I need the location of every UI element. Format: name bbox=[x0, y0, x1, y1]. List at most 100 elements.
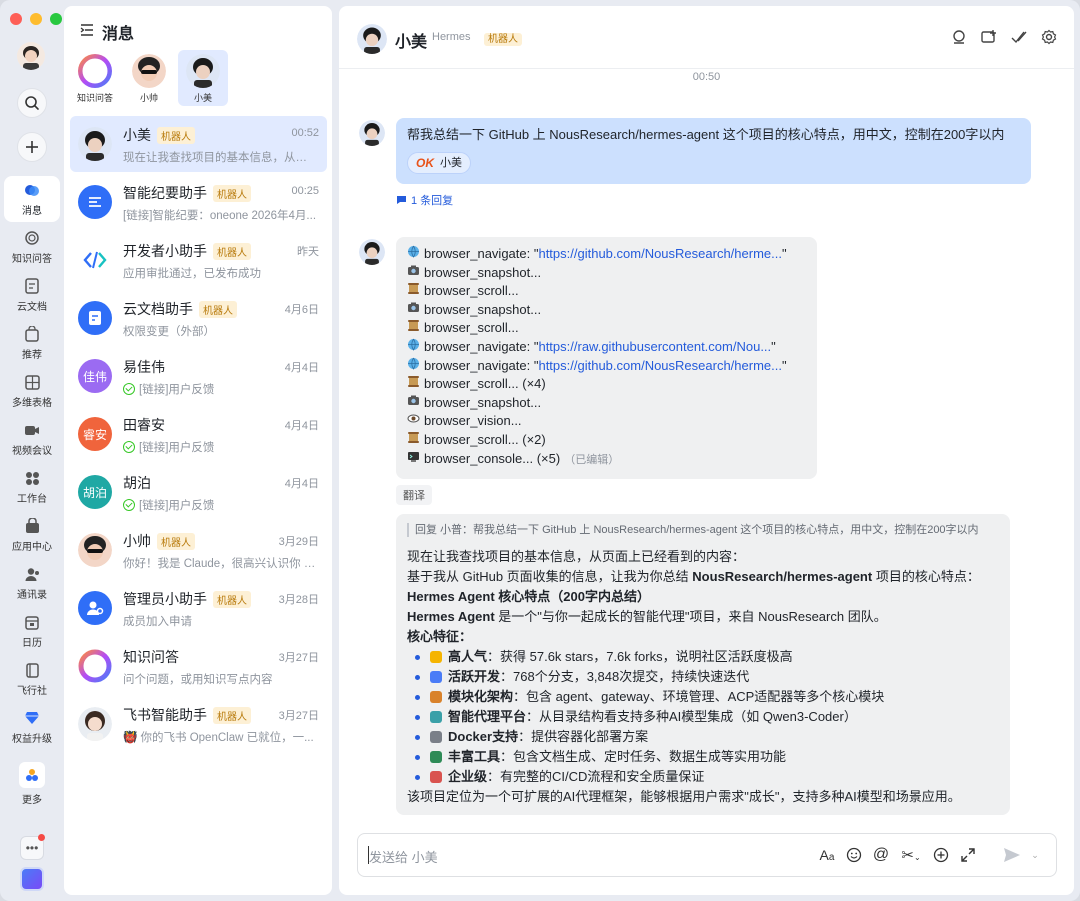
reaction-user: 小美 bbox=[440, 156, 462, 169]
rail-item-workbench[interactable]: 工作台 bbox=[4, 464, 60, 510]
text-format-button[interactable]: Aa bbox=[818, 846, 836, 864]
rail-item-flight-club[interactable]: 飞行社 bbox=[4, 656, 60, 702]
conversation-row[interactable]: 知识问答 3月27日 问个问题，或用知识写点内容 bbox=[70, 638, 327, 694]
quoted-message[interactable]: 回复 小普：帮我总结一下 GitHub 上 NousResearch/herme… bbox=[407, 523, 999, 537]
reply-closing: 该项目定位为一个可扩展的AI代理框架，能够根据用户需求"成长"，支持多种AI模型… bbox=[407, 789, 961, 804]
rail-item-upgrade[interactable]: 权益升级 bbox=[4, 704, 60, 750]
tool-log-line: browser_snapshot... bbox=[407, 264, 806, 283]
composer-placeholder[interactable]: 发送给 小美 bbox=[369, 847, 438, 866]
conversation-row[interactable]: 睿安 田睿安 4月4日 [链接]用户反馈 bbox=[70, 406, 327, 462]
bot-tag: 机器人 bbox=[484, 33, 522, 46]
chat-title: 小美 bbox=[395, 34, 428, 51]
feature-emoji-icon bbox=[430, 751, 442, 763]
user-avatar[interactable] bbox=[17, 42, 45, 70]
search-button[interactable] bbox=[17, 88, 47, 118]
pin-label: 小美 bbox=[193, 93, 212, 103]
add-tab-icon bbox=[981, 30, 996, 43]
send-button[interactable] bbox=[1003, 846, 1021, 864]
bot-tag: 机器人 bbox=[157, 126, 195, 144]
rail-item-label: 权益升级 bbox=[12, 734, 52, 745]
conversation-row[interactable]: 小美机器人 00:52 现在让我查找项目的基本信息，从页面上已经看到的内容： bbox=[70, 116, 327, 172]
conversation-name: 胡泊 bbox=[123, 475, 151, 491]
rail-item-video-meeting[interactable]: 视频会议 bbox=[4, 416, 60, 462]
conversation-row[interactable]: 胡泊 胡泊 4月4日 [链接]用户反馈 bbox=[70, 464, 327, 520]
settings-button[interactable] bbox=[1040, 28, 1058, 46]
avatar bbox=[78, 707, 112, 741]
conversation-row[interactable]: 小帅 机器人 3月29日 你好！我是 Claude，很高兴认识你 👋 bbox=[70, 522, 327, 578]
diamond-icon bbox=[23, 709, 41, 727]
camera-icon bbox=[407, 301, 420, 320]
rail-item-bitable[interactable]: 多维表格 bbox=[4, 368, 60, 414]
conversation-row[interactable]: 管理员小助手 机器人 3月28日 成员加入申请 bbox=[70, 580, 327, 636]
reply-heading: Hermes Agent 核心特点（200字内总结） bbox=[407, 589, 650, 604]
emoji-button[interactable] bbox=[845, 846, 863, 864]
tool-log-text: browser_snapshot... bbox=[424, 264, 542, 280]
rail-item-messages[interactable]: 消息 bbox=[4, 176, 60, 222]
send-options-button[interactable]: ⌄ bbox=[1030, 846, 1040, 864]
conversation-row[interactable]: 开发者小助手 机器人 昨天 应用审批通过，已发布成功 bbox=[70, 232, 327, 288]
rail-item-knowledge-qa[interactable]: 知识问答 bbox=[4, 224, 60, 270]
feature-emoji-icon bbox=[430, 711, 442, 723]
rail-item-docs[interactable]: 云文档 bbox=[4, 272, 60, 318]
chat-avatar[interactable] bbox=[357, 24, 387, 54]
conversation-row[interactable]: 佳伟 易佳伟 4月4日 [链接]用户反馈 bbox=[70, 348, 327, 404]
rail-item-more[interactable]: 更多 bbox=[4, 758, 60, 810]
rail-item-label: 更多 bbox=[22, 795, 42, 806]
chat-search-button[interactable] bbox=[950, 28, 968, 46]
send-icon bbox=[1004, 848, 1020, 862]
add-tab-button[interactable] bbox=[980, 28, 998, 46]
url-link[interactable]: https://github.com/NousResearch/herme... bbox=[538, 246, 782, 261]
create-button[interactable] bbox=[17, 132, 47, 162]
conversation-row[interactable]: 智能纪要助手 机器人 00:25 [链接]智能纪要：oneone 2026年4月.… bbox=[70, 174, 327, 230]
bot-reply-bubble[interactable]: 回复 小普：帮我总结一下 GitHub 上 NousResearch/herme… bbox=[396, 514, 1010, 815]
tool-log-line: browser_navigate: "https://github.com/No… bbox=[407, 245, 806, 264]
conversation-preview: 权限变更（外部） bbox=[123, 326, 215, 338]
conversation-row[interactable]: 飞书智能助手 机器人 3月27日 👹 你的飞书 OpenClaw 已就位，一... bbox=[70, 696, 327, 752]
rail-item-label: 应用中心 bbox=[12, 542, 52, 553]
message-avatar[interactable] bbox=[359, 239, 385, 265]
conversation-name: 智能纪要助手 bbox=[123, 185, 207, 201]
avatar: 胡泊 bbox=[78, 475, 112, 509]
add-attachment-button[interactable] bbox=[932, 846, 950, 864]
ellipsis-icon: ••• bbox=[25, 841, 39, 855]
conversation-name: 开发者小助手 bbox=[123, 243, 207, 259]
message-avatar[interactable] bbox=[359, 120, 385, 146]
reaction-chip[interactable]: OK 小美 bbox=[407, 151, 471, 175]
user-message-bubble[interactable]: 帮我总结一下 GitHub 上 NousResearch/hermes-agen… bbox=[396, 118, 1031, 184]
feature-emoji-icon bbox=[430, 691, 442, 703]
pin-label: 小帅 bbox=[139, 93, 158, 103]
pinned-xiaoshuai[interactable]: 小帅 bbox=[124, 50, 174, 106]
url-link[interactable]: https://raw.githubusercontent.com/Nou... bbox=[538, 339, 771, 354]
list-header: 消息 bbox=[80, 20, 134, 44]
mention-button[interactable]: @ bbox=[872, 846, 890, 864]
rail-item-calendar[interactable]: 日历 bbox=[4, 608, 60, 654]
conversation-time: 4月4日 bbox=[284, 362, 319, 374]
avatar bbox=[78, 533, 112, 567]
message-composer[interactable]: 发送给 小美 Aa @ ✂⌄ ⌄ bbox=[357, 833, 1057, 877]
ai-assistant-button[interactable] bbox=[20, 867, 44, 891]
conversation-name: 小帅 bbox=[123, 533, 151, 549]
conversation-row[interactable]: 云文档助手 机器人 4月6日 权限变更（外部） bbox=[70, 290, 327, 346]
rail-item-contacts[interactable]: 通讯录 bbox=[4, 560, 60, 606]
rail-item-recommend[interactable]: 推荐 bbox=[4, 320, 60, 366]
bullet-dot bbox=[415, 734, 420, 740]
screenshot-button[interactable]: ✂⌄ bbox=[899, 846, 923, 864]
conversation-preview: 应用审批通过，已发布成功 bbox=[123, 268, 261, 280]
url-link[interactable]: https://github.com/NousResearch/herme... bbox=[538, 358, 782, 373]
tool-log-line: browser_scroll... bbox=[407, 319, 806, 338]
xiaomei-avatar bbox=[186, 54, 220, 88]
text-format-icon: Aa bbox=[819, 847, 835, 863]
pinned-knowledge-qa[interactable]: 知识问答 bbox=[70, 50, 120, 106]
mark-done-button[interactable] bbox=[1010, 28, 1028, 46]
pinned-xiaomei[interactable]: 小美 bbox=[178, 50, 228, 106]
feature-emoji-icon bbox=[430, 651, 442, 663]
rail-item-app-center[interactable]: 应用中心 bbox=[4, 512, 60, 558]
nav-rail: 消息 知识问答 云文档 推荐 多维表格 视频会议 工作台 应用中心 通讯录 日历… bbox=[0, 0, 62, 901]
collapse-sidebar-icon[interactable] bbox=[80, 23, 94, 42]
expand-editor-button[interactable] bbox=[959, 846, 977, 864]
thread-reply-link[interactable]: 1 条回复 bbox=[396, 192, 453, 208]
translate-button[interactable]: 翻译 bbox=[396, 485, 432, 505]
feature-item: 智能代理平台：从目录结构看支持多种AI模型集成（如 Qwen3-Coder） bbox=[407, 707, 999, 727]
knowledge-qa-avatar bbox=[78, 649, 112, 683]
tool-log-bubble[interactable]: browser_navigate: "https://github.com/No… bbox=[396, 237, 817, 479]
